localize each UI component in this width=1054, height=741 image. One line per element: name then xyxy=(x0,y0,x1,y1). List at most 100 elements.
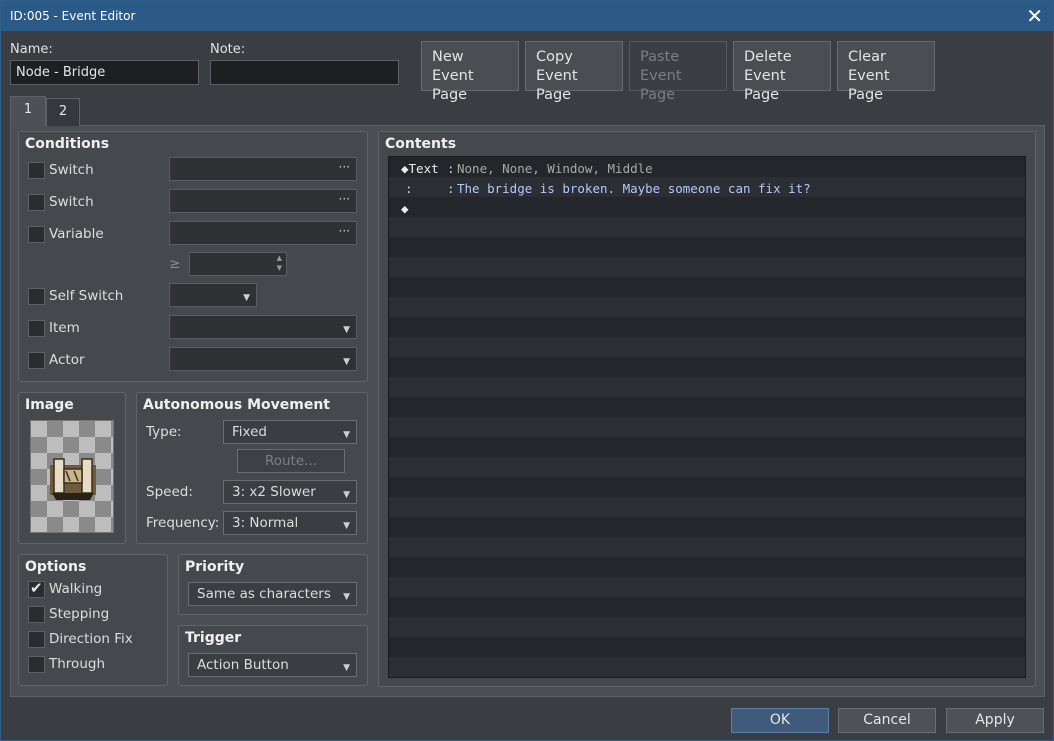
title-bar: ID:005 - Event Editor ✕ xyxy=(1,1,1053,31)
movement-type-value: Fixed xyxy=(232,424,267,440)
event-image-preview[interactable] xyxy=(30,420,114,533)
item-checkbox[interactable] xyxy=(28,320,45,337)
paste-event-page-button[interactable]: Paste Event Page xyxy=(629,41,727,103)
trigger-value: Action Button xyxy=(197,657,289,673)
variable-label: Variable xyxy=(49,226,104,242)
tab-page-2[interactable]: 2 xyxy=(46,98,80,126)
movement-type-dropdown[interactable]: Fixed ▼ xyxy=(223,420,357,444)
switch2-selector[interactable]: ··· xyxy=(169,189,357,213)
empty-command-marker[interactable]: ◆ xyxy=(401,201,409,216)
note-label: Note: xyxy=(210,42,246,57)
walking-label: Walking xyxy=(49,581,103,597)
actor-label: Actor xyxy=(49,352,85,368)
direction-fix-checkbox[interactable] xyxy=(28,631,45,648)
switch1-label: Switch xyxy=(49,162,94,178)
name-label: Name: xyxy=(10,42,53,57)
chevron-down-icon: ▼ xyxy=(343,325,350,335)
chevron-down-icon: ▼ xyxy=(343,490,350,500)
chevron-down-icon: ▼ xyxy=(343,521,350,531)
item-label: Item xyxy=(49,320,80,336)
actor-checkbox[interactable] xyxy=(28,352,45,369)
contents-title: Contents xyxy=(385,136,457,152)
switch1-checkbox[interactable] xyxy=(28,162,45,179)
switch2-label: Switch xyxy=(49,194,94,210)
ok-button[interactable]: OK xyxy=(731,708,829,733)
apply-button[interactable]: Apply xyxy=(946,708,1044,733)
stepping-label: Stepping xyxy=(49,606,110,622)
speed-dropdown[interactable]: 3: x2 Slower ▼ xyxy=(223,480,357,504)
priority-value: Same as characters xyxy=(197,586,331,602)
command-separator: : xyxy=(447,181,455,196)
command-args: None, None, Window, Middle xyxy=(457,161,653,176)
cancel-button[interactable]: Cancel xyxy=(838,708,936,733)
event-editor-window: ID:005 - Event Editor ✕ Name: Node - Bri… xyxy=(0,0,1054,741)
button-line: New xyxy=(432,49,464,65)
button-line: Delete xyxy=(744,49,792,65)
speed-value: 3: x2 Slower xyxy=(232,484,316,500)
delete-event-page-button[interactable]: Delete Event Page xyxy=(733,41,831,103)
speed-label: Speed: xyxy=(146,484,193,500)
switch1-selector[interactable]: ··· xyxy=(169,157,357,181)
command-continue-marker: : xyxy=(405,181,413,196)
through-checkbox[interactable] xyxy=(28,656,45,673)
gte-label: ≥ xyxy=(169,256,181,272)
self-switch-dropdown[interactable]: ▼ xyxy=(169,283,257,307)
type-label: Type: xyxy=(146,424,182,440)
button-line: Paste xyxy=(640,49,680,65)
button-line: Event Page xyxy=(432,68,474,103)
window-title: ID:005 - Event Editor xyxy=(10,9,136,23)
variable-value-stepper[interactable]: ▲ ▼ xyxy=(189,252,287,276)
event-command-list[interactable]: ◆Text : None, None, Window, Middle : : T… xyxy=(388,156,1026,678)
chevron-down-icon: ▼ xyxy=(343,592,350,602)
frequency-dropdown[interactable]: 3: Normal ▼ xyxy=(223,511,357,535)
chevron-down-icon: ▼ xyxy=(343,357,350,367)
variable-checkbox[interactable] xyxy=(28,226,45,243)
item-dropdown[interactable]: ▼ xyxy=(169,315,357,339)
stepper-down-icon[interactable]: ▼ xyxy=(277,264,282,272)
chevron-down-icon: ▼ xyxy=(243,293,250,303)
chevron-down-icon: ▼ xyxy=(343,430,350,440)
button-line: Event Page xyxy=(744,68,786,103)
conditions-title: Conditions xyxy=(25,136,110,152)
trigger-dropdown[interactable]: Action Button ▼ xyxy=(188,653,357,677)
more-icon: ··· xyxy=(338,160,350,174)
button-line: Event Page xyxy=(536,68,578,103)
bridge-sprite-icon xyxy=(50,458,96,500)
actor-dropdown[interactable]: ▼ xyxy=(169,347,357,371)
more-icon: ··· xyxy=(338,192,350,206)
clear-event-page-button[interactable]: Clear Event Page xyxy=(837,41,935,103)
button-line: Copy xyxy=(536,49,573,65)
name-input[interactable]: Node - Bridge xyxy=(10,60,199,85)
priority-title: Priority xyxy=(185,559,245,575)
image-title: Image xyxy=(25,397,74,413)
frequency-value: 3: Normal xyxy=(232,515,299,531)
tab-page-1[interactable]: 1 xyxy=(10,96,46,126)
more-icon: ··· xyxy=(338,224,350,238)
note-input[interactable] xyxy=(210,60,399,85)
priority-dropdown[interactable]: Same as characters ▼ xyxy=(188,582,357,606)
variable-selector[interactable]: ··· xyxy=(169,221,357,245)
button-line: Clear xyxy=(848,49,886,65)
copy-event-page-button[interactable]: Copy Event Page xyxy=(525,41,623,103)
new-event-page-button[interactable]: New Event Page xyxy=(421,41,519,103)
options-title: Options xyxy=(25,559,87,575)
self-switch-checkbox[interactable] xyxy=(28,288,45,305)
route-button[interactable]: Route... xyxy=(237,449,345,473)
trigger-title: Trigger xyxy=(185,630,242,646)
frequency-label: Frequency: xyxy=(146,515,220,531)
stepping-checkbox[interactable] xyxy=(28,606,45,623)
command-separator: : xyxy=(447,161,455,176)
direction-fix-label: Direction Fix xyxy=(49,631,133,647)
through-label: Through xyxy=(49,656,105,672)
stepper-up-icon[interactable]: ▲ xyxy=(277,254,282,262)
self-switch-label: Self Switch xyxy=(49,288,124,304)
chevron-down-icon: ▼ xyxy=(343,663,350,673)
switch2-checkbox[interactable] xyxy=(28,194,45,211)
close-icon[interactable]: ✕ xyxy=(1026,4,1043,28)
walking-checkbox[interactable] xyxy=(28,579,45,598)
movement-title: Autonomous Movement xyxy=(143,397,330,413)
message-text-line[interactable]: The bridge is broken. Maybe someone can … xyxy=(457,181,811,196)
button-line: Event Page xyxy=(848,68,890,103)
command-text[interactable]: ◆Text xyxy=(401,161,439,176)
button-line: Event Page xyxy=(640,68,682,103)
